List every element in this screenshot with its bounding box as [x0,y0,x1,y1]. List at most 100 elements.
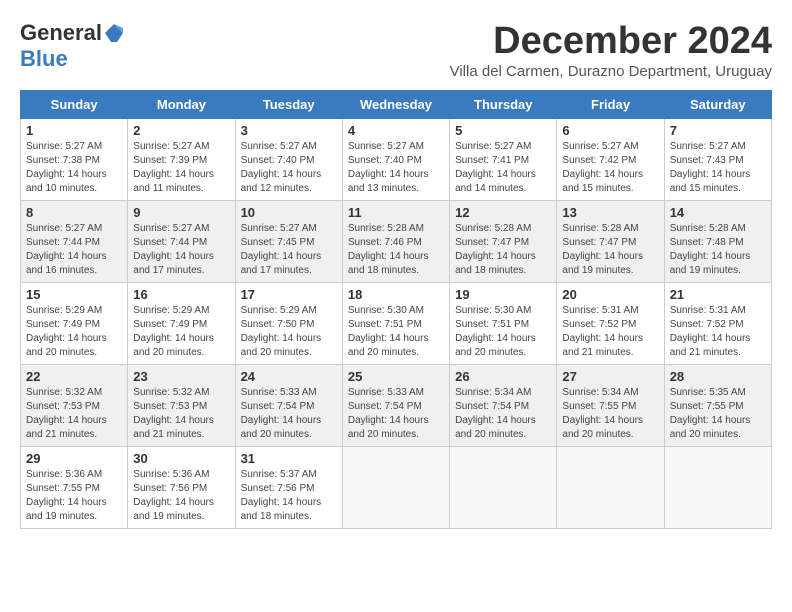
sunrise: Sunrise: 5:27 AM [455,141,531,152]
day-info: Sunrise: 5:36 AM Sunset: 7:56 PM Dayligh… [133,468,229,524]
day-number: 18 [348,287,444,302]
day-number: 25 [348,369,444,384]
day-number: 3 [241,123,337,138]
col-saturday: Saturday [664,91,771,119]
day-number: 29 [26,451,122,466]
daylight: Daylight: 14 hours and 20 minutes. [241,415,322,440]
logo-general: General [20,20,102,46]
sunset: Sunset: 7:54 PM [348,401,422,412]
sunset: Sunset: 7:49 PM [26,319,100,330]
day-info: Sunrise: 5:29 AM Sunset: 7:49 PM Dayligh… [133,304,229,360]
sunset: Sunset: 7:47 PM [455,237,529,248]
table-row: 4 Sunrise: 5:27 AM Sunset: 7:40 PM Dayli… [342,119,449,201]
day-info: Sunrise: 5:28 AM Sunset: 7:47 PM Dayligh… [455,222,551,278]
sunset: Sunset: 7:41 PM [455,155,529,166]
day-number: 8 [26,205,122,220]
day-info: Sunrise: 5:31 AM Sunset: 7:52 PM Dayligh… [562,304,658,360]
sunrise: Sunrise: 5:27 AM [133,223,209,234]
day-number: 23 [133,369,229,384]
day-number: 22 [26,369,122,384]
sunrise: Sunrise: 5:29 AM [241,305,317,316]
sunrise: Sunrise: 5:37 AM [241,469,317,480]
table-row: 25 Sunrise: 5:33 AM Sunset: 7:54 PM Dayl… [342,365,449,447]
day-info: Sunrise: 5:28 AM Sunset: 7:47 PM Dayligh… [562,222,658,278]
sunrise: Sunrise: 5:34 AM [562,387,638,398]
daylight: Daylight: 14 hours and 20 minutes. [26,333,107,358]
day-number: 24 [241,369,337,384]
sunrise: Sunrise: 5:29 AM [133,305,209,316]
calendar-row-2: 8 Sunrise: 5:27 AM Sunset: 7:44 PM Dayli… [21,201,772,283]
table-row: 9 Sunrise: 5:27 AM Sunset: 7:44 PM Dayli… [128,201,235,283]
day-info: Sunrise: 5:34 AM Sunset: 7:55 PM Dayligh… [562,386,658,442]
daylight: Daylight: 14 hours and 17 minutes. [241,251,322,276]
sunrise: Sunrise: 5:36 AM [133,469,209,480]
day-info: Sunrise: 5:30 AM Sunset: 7:51 PM Dayligh… [455,304,551,360]
daylight: Daylight: 14 hours and 21 minutes. [562,333,643,358]
calendar-header-row: Sunday Monday Tuesday Wednesday Thursday… [21,91,772,119]
day-number: 28 [670,369,766,384]
day-info: Sunrise: 5:27 AM Sunset: 7:40 PM Dayligh… [348,140,444,196]
sunset: Sunset: 7:43 PM [670,155,744,166]
day-info: Sunrise: 5:27 AM Sunset: 7:41 PM Dayligh… [455,140,551,196]
daylight: Daylight: 14 hours and 20 minutes. [133,333,214,358]
day-number: 20 [562,287,658,302]
daylight: Daylight: 14 hours and 18 minutes. [348,251,429,276]
page-header: General Blue December 2024 Villa del Car… [20,20,772,80]
table-row [557,447,664,529]
day-number: 13 [562,205,658,220]
sunset: Sunset: 7:55 PM [26,483,100,494]
title-section: December 2024 Villa del Carmen, Durazno … [450,20,772,80]
table-row: 10 Sunrise: 5:27 AM Sunset: 7:45 PM Dayl… [235,201,342,283]
calendar-row-5: 29 Sunrise: 5:36 AM Sunset: 7:55 PM Dayl… [21,447,772,529]
table-row: 22 Sunrise: 5:32 AM Sunset: 7:53 PM Dayl… [21,365,128,447]
table-row: 29 Sunrise: 5:36 AM Sunset: 7:55 PM Dayl… [21,447,128,529]
day-info: Sunrise: 5:27 AM Sunset: 7:45 PM Dayligh… [241,222,337,278]
daylight: Daylight: 14 hours and 16 minutes. [26,251,107,276]
day-number: 31 [241,451,337,466]
sunrise: Sunrise: 5:27 AM [348,141,424,152]
col-friday: Friday [557,91,664,119]
daylight: Daylight: 14 hours and 20 minutes. [241,333,322,358]
daylight: Daylight: 14 hours and 10 minutes. [26,169,107,194]
col-wednesday: Wednesday [342,91,449,119]
day-number: 1 [26,123,122,138]
day-number: 21 [670,287,766,302]
table-row: 27 Sunrise: 5:34 AM Sunset: 7:55 PM Dayl… [557,365,664,447]
day-number: 15 [26,287,122,302]
table-row [664,447,771,529]
day-info: Sunrise: 5:37 AM Sunset: 7:56 PM Dayligh… [241,468,337,524]
daylight: Daylight: 14 hours and 20 minutes. [562,415,643,440]
sunset: Sunset: 7:44 PM [26,237,100,248]
daylight: Daylight: 14 hours and 20 minutes. [455,333,536,358]
daylight: Daylight: 14 hours and 18 minutes. [455,251,536,276]
day-info: Sunrise: 5:32 AM Sunset: 7:53 PM Dayligh… [26,386,122,442]
sunrise: Sunrise: 5:27 AM [670,141,746,152]
table-row: 1 Sunrise: 5:27 AM Sunset: 7:38 PM Dayli… [21,119,128,201]
sunrise: Sunrise: 5:28 AM [562,223,638,234]
daylight: Daylight: 14 hours and 19 minutes. [562,251,643,276]
table-row: 6 Sunrise: 5:27 AM Sunset: 7:42 PM Dayli… [557,119,664,201]
day-number: 12 [455,205,551,220]
logo: General Blue [20,20,126,72]
day-info: Sunrise: 5:29 AM Sunset: 7:49 PM Dayligh… [26,304,122,360]
day-number: 10 [241,205,337,220]
day-info: Sunrise: 5:33 AM Sunset: 7:54 PM Dayligh… [241,386,337,442]
sunrise: Sunrise: 5:32 AM [133,387,209,398]
daylight: Daylight: 14 hours and 20 minutes. [455,415,536,440]
sunrise: Sunrise: 5:35 AM [670,387,746,398]
day-info: Sunrise: 5:27 AM Sunset: 7:38 PM Dayligh… [26,140,122,196]
day-info: Sunrise: 5:35 AM Sunset: 7:55 PM Dayligh… [670,386,766,442]
day-number: 5 [455,123,551,138]
table-row: 7 Sunrise: 5:27 AM Sunset: 7:43 PM Dayli… [664,119,771,201]
sunset: Sunset: 7:40 PM [348,155,422,166]
table-row: 17 Sunrise: 5:29 AM Sunset: 7:50 PM Dayl… [235,283,342,365]
sunrise: Sunrise: 5:28 AM [348,223,424,234]
daylight: Daylight: 14 hours and 20 minutes. [670,415,751,440]
sunset: Sunset: 7:51 PM [348,319,422,330]
daylight: Daylight: 14 hours and 19 minutes. [133,497,214,522]
sunset: Sunset: 7:42 PM [562,155,636,166]
sunrise: Sunrise: 5:30 AM [348,305,424,316]
table-row [450,447,557,529]
month-title: December 2024 [450,20,772,63]
day-info: Sunrise: 5:36 AM Sunset: 7:55 PM Dayligh… [26,468,122,524]
